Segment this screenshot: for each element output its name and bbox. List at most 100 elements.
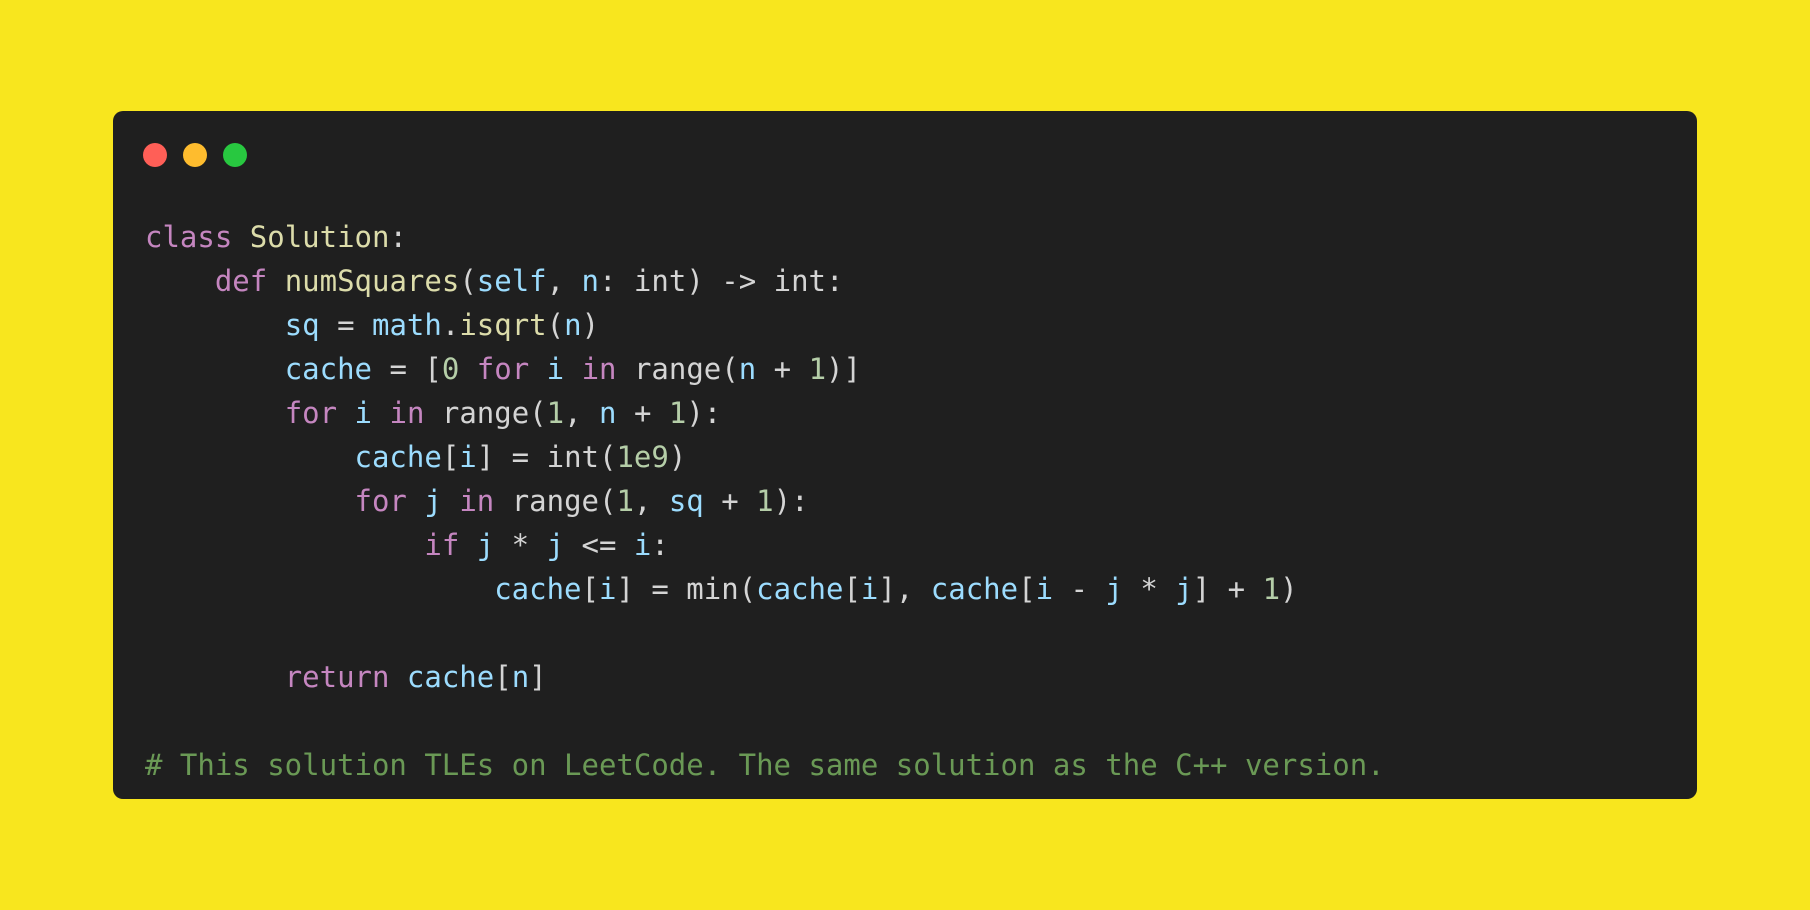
code-token: cache <box>930 572 1019 606</box>
code-token: in <box>459 484 495 518</box>
code-token: n <box>564 308 582 342</box>
code-line: class Solution: <box>145 215 1385 259</box>
code-token: j <box>1105 572 1123 606</box>
minimize-dot-icon[interactable] <box>183 143 207 167</box>
code-token: cache <box>494 572 582 606</box>
code-token: i <box>459 440 477 474</box>
code-token: = <box>319 308 372 342</box>
code-token: i <box>546 352 565 386</box>
code-token: ( <box>546 308 565 342</box>
code-token: range( <box>424 396 547 430</box>
code-token: = [ <box>372 352 442 386</box>
code-token: ): <box>686 396 722 430</box>
code-token: , <box>633 484 669 518</box>
code-token: cache <box>406 660 495 694</box>
code-token: ] + <box>1192 572 1263 606</box>
code-token: + <box>616 396 669 430</box>
code-token: [ <box>441 440 460 474</box>
code-token: n <box>599 396 617 430</box>
code-line: def numSquares(self, n: int) -> int: <box>145 259 1385 303</box>
code-token: cache <box>354 440 442 474</box>
code-token: j <box>476 528 495 562</box>
code-token: for <box>476 352 530 386</box>
code-line: return cache[n] <box>145 655 1385 699</box>
code-token: self <box>476 264 547 298</box>
maximize-dot-icon[interactable] <box>223 143 247 167</box>
code-token: i <box>1035 572 1054 606</box>
code-token: ): <box>773 484 809 518</box>
code-token: cache <box>284 352 372 386</box>
code-token: range( <box>616 352 739 386</box>
code-token: in <box>581 352 617 386</box>
code-token: + <box>703 484 757 518</box>
code-token: [ <box>494 660 512 694</box>
code-token: return <box>284 660 390 694</box>
code-token: ) <box>581 308 600 342</box>
code-token: 1 <box>756 484 774 518</box>
code-token: ) <box>668 440 687 474</box>
code-token: ] = min( <box>616 572 757 606</box>
code-token: : <box>389 220 407 254</box>
code-token: for <box>284 396 338 430</box>
code-token: i <box>633 528 652 562</box>
code-window: class Solution: def numSquares(self, n: … <box>113 111 1697 799</box>
code-token: def <box>214 264 268 298</box>
code-token: [ <box>1018 572 1036 606</box>
code-token: for <box>354 484 407 518</box>
code-token: 1 <box>668 396 687 430</box>
code-token: - <box>1053 572 1106 606</box>
code-token: ) <box>1280 572 1298 606</box>
code-token: )] <box>826 352 861 386</box>
code-token: ], <box>878 572 931 606</box>
code-line: sq = math.isqrt(n) <box>145 303 1385 347</box>
code-token: . <box>441 308 460 342</box>
code-line: cache[i] = min(cache[i], cache[i - j * j… <box>145 567 1385 611</box>
code-token: <= <box>564 528 634 562</box>
code-token: i <box>354 396 373 430</box>
code-token: numSquares <box>284 264 460 298</box>
code-line: for i in range(1, n + 1): <box>145 391 1385 435</box>
code-token: isqrt <box>459 308 547 342</box>
code-token: if <box>424 528 460 562</box>
code-line: cache = [0 for i in range(n + 1)] <box>145 347 1385 391</box>
code-token: sq <box>284 308 320 342</box>
code-token: 1 <box>546 396 565 430</box>
code-token: [ <box>581 572 599 606</box>
code-token: 1e9 <box>616 440 669 474</box>
code-token: Solution <box>249 220 390 254</box>
code-token: n <box>581 264 600 298</box>
code-token: i <box>860 572 879 606</box>
code-token: 0 <box>441 352 460 386</box>
code-token: : <box>651 528 669 562</box>
code-line: for j in range(1, sq + 1): <box>145 479 1385 523</box>
code-line: # This solution TLEs on LeetCode. The sa… <box>145 743 1385 787</box>
code-line: cache[i] = int(1e9) <box>145 435 1385 479</box>
code-token: , <box>564 396 600 430</box>
code-token: + <box>756 352 809 386</box>
code-token: ] <box>529 660 547 694</box>
code-token: sq <box>668 484 704 518</box>
code-block: class Solution: def numSquares(self, n: … <box>145 215 1385 787</box>
code-token: * <box>494 528 547 562</box>
close-dot-icon[interactable] <box>143 143 167 167</box>
code-token: cache <box>756 572 844 606</box>
code-comment: # This solution TLEs on LeetCode. The sa… <box>145 748 1385 782</box>
code-token: j <box>546 528 565 562</box>
code-token: i <box>598 572 617 606</box>
